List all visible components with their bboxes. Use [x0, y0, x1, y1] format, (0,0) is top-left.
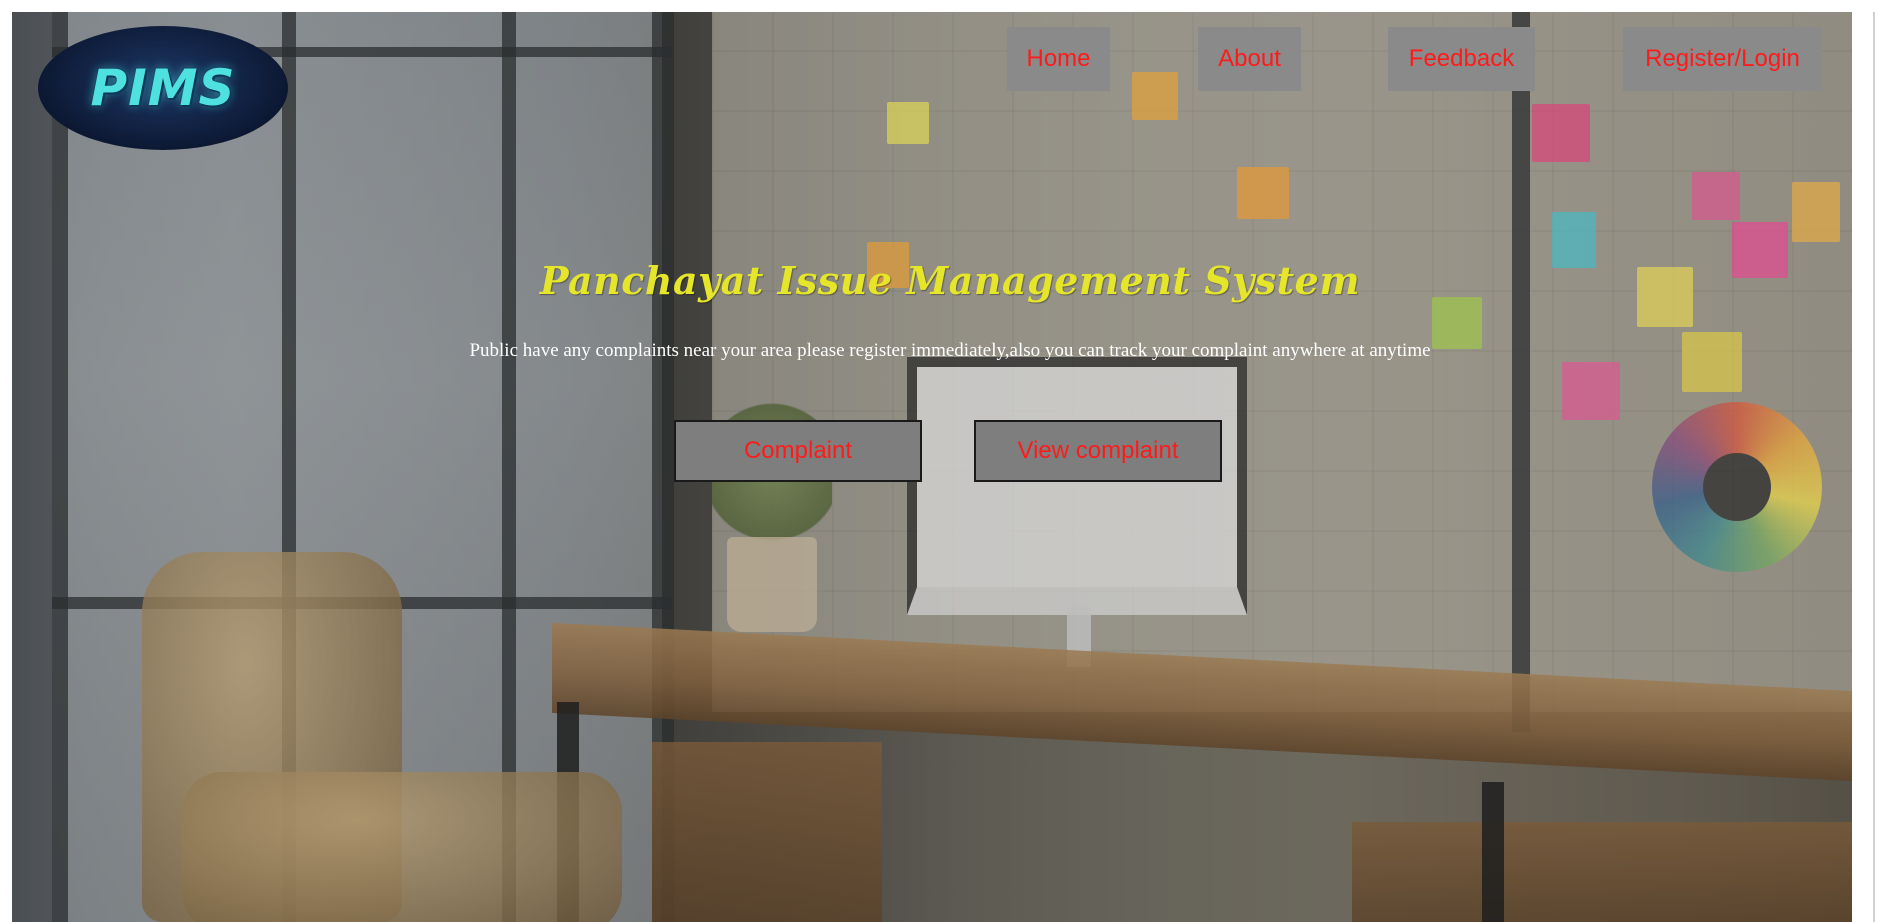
wall-frame: [1512, 12, 1530, 732]
sticky-note: [1792, 182, 1840, 242]
desk-leg: [1482, 782, 1504, 922]
view-complaint-button[interactable]: View complaint: [974, 420, 1222, 482]
sticky-note: [1562, 362, 1620, 420]
wall-board: [712, 12, 1852, 712]
page-subtitle: Public have any complaints near your are…: [469, 340, 1431, 361]
scrollbar-track[interactable]: [1873, 12, 1883, 922]
nav-feedback-button[interactable]: Feedback: [1388, 27, 1535, 91]
nav-about-button[interactable]: About: [1198, 27, 1301, 91]
logo-text: PIMS: [90, 59, 236, 117]
monitor: [907, 357, 1247, 615]
sticky-note: [887, 102, 929, 144]
desk-drawer: [652, 742, 882, 922]
sticky-note: [1237, 167, 1289, 219]
hero-background: [12, 12, 1852, 922]
pims-logo[interactable]: PIMS: [38, 26, 288, 150]
plant-pot: [727, 537, 817, 632]
desk-drawer: [1352, 822, 1852, 922]
complaint-button[interactable]: Complaint: [674, 420, 922, 482]
sticky-note: [1692, 172, 1740, 220]
nav-register-login-button[interactable]: Register/Login: [1623, 27, 1822, 91]
chair-seat: [182, 772, 622, 922]
sticky-note: [1532, 104, 1590, 162]
color-wheel: [1652, 402, 1822, 572]
vertical-scrollbar[interactable]: [1868, 12, 1888, 922]
window-frame: [52, 12, 68, 922]
page-title: Panchayat Issue Management System: [539, 258, 1361, 303]
nav-home-button[interactable]: Home: [1007, 27, 1110, 91]
sticky-note: [1132, 72, 1178, 120]
